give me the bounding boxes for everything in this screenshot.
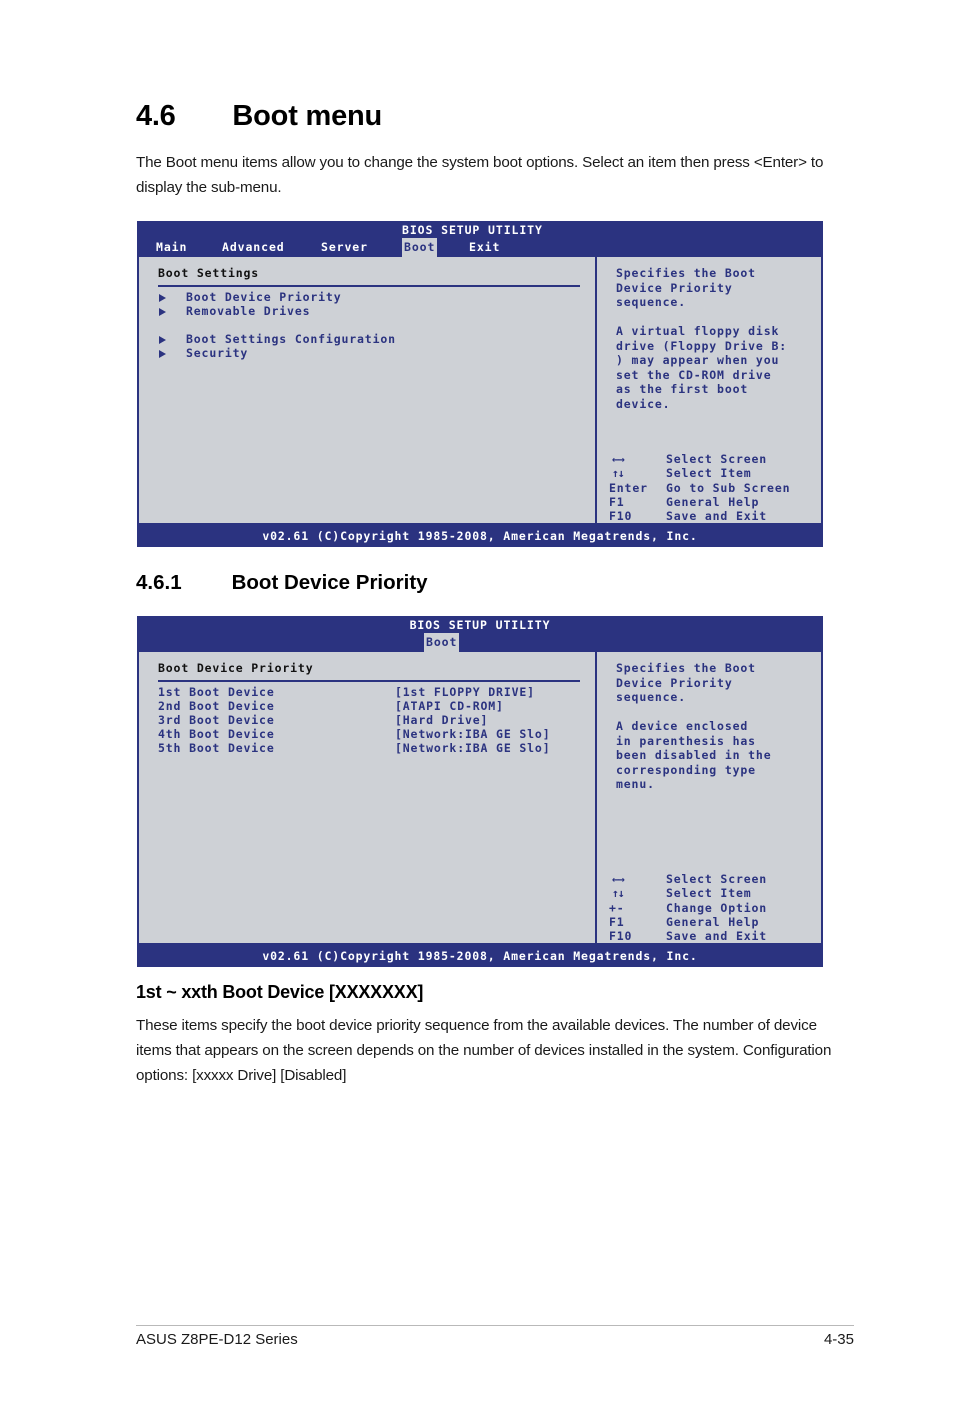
manual-page: 4.6 Boot menu The Boot menu items allow …: [0, 0, 954, 1418]
boot-device-row-5[interactable]: 5th Boot Device [Network:IBA GE Slo]: [158, 741, 583, 755]
key-name: F10: [609, 929, 633, 944]
item-heading: 1st ~ xxth Boot Device [XXXXXXX]: [136, 982, 424, 1002]
tab-advanced[interactable]: Advanced: [220, 238, 287, 257]
key-name: Enter: [609, 480, 648, 495]
key-name: F1: [609, 914, 625, 929]
bios-screenshot-boot-device-priority: BIOS SETUP UTILITY Boot Boot Device Prio…: [137, 616, 823, 967]
key-desc: Select Item: [666, 886, 752, 901]
boot-device-value: [Network:IBA GE Slo]: [395, 727, 551, 741]
bios1-settings-pane: Boot Settings Boot Device Priority Remov…: [139, 257, 597, 523]
boot-device-value: [ATAPI CD-ROM]: [395, 699, 504, 713]
boot-device-value: [1st FLOPPY DRIVE]: [395, 685, 535, 699]
bios2-tab-bar: Boot: [137, 633, 823, 652]
bios1-title: BIOS SETUP UTILITY: [402, 223, 543, 237]
bios2-titlebar: BIOS SETUP UTILITY Boot: [137, 616, 823, 652]
boot-device-row-3[interactable]: 3rd Boot Device [Hard Drive]: [158, 713, 583, 727]
key-name: ↑↓: [612, 886, 625, 901]
key-desc: General Help: [666, 494, 760, 509]
key-desc: Select Item: [666, 466, 752, 481]
section-heading: 4.6 Boot menu: [136, 100, 836, 133]
boot-device-label: 2nd Boot Device: [158, 699, 275, 713]
boot-device-label: 1st Boot Device: [158, 685, 275, 699]
footer-product-name: ASUS Z8PE-D12 Series: [136, 1331, 298, 1348]
key-desc: Select Screen: [666, 452, 768, 466]
subsection-number: 4.6.1: [136, 571, 182, 594]
boot-device-label: 4th Boot Device: [158, 727, 275, 741]
tab-boot[interactable]: Boot: [402, 238, 438, 257]
menu-item-label: Security: [186, 346, 249, 360]
key-name: +-: [609, 900, 625, 915]
triangle-right-icon: [159, 294, 166, 302]
bios1-pane-divider: [158, 285, 580, 287]
menu-item-boot-device-priority[interactable]: Boot Device Priority: [159, 290, 341, 304]
bios1-pane-heading: Boot Settings: [158, 266, 260, 280]
bios-screenshot-boot-menu: BIOS SETUP UTILITY Main Advanced Server …: [137, 221, 823, 547]
bios2-pane-divider: [158, 680, 580, 682]
boot-device-label: 3rd Boot Device: [158, 713, 275, 727]
key-desc: Go to Sub Screen: [666, 480, 791, 495]
subsection-title: Boot Device Priority: [231, 571, 428, 594]
menu-item-label: Boot Device Priority: [186, 290, 342, 304]
footer-divider: [136, 1325, 854, 1326]
triangle-right-icon: [159, 336, 166, 344]
key-name: ←→: [612, 452, 625, 466]
bios2-help-pane: Specifies the Boot Device Priority seque…: [597, 652, 821, 957]
subsection-heading: 4.6.1 Boot Device Priority: [136, 571, 428, 595]
menu-item-security[interactable]: Security: [159, 346, 248, 360]
bios2-pane-heading: Boot Device Priority: [158, 661, 314, 675]
key-desc: Change Option: [666, 900, 768, 915]
boot-device-value: [Hard Drive]: [395, 713, 489, 727]
tab-exit[interactable]: Exit: [467, 238, 502, 257]
bios2-help-text: Specifies the Boot Device Priority seque…: [616, 661, 772, 791]
bios1-tab-bar: Main Advanced Server Boot Exit: [137, 238, 823, 257]
key-name: F1: [609, 494, 625, 509]
key-desc: Select Screen: [666, 872, 768, 886]
item-description-paragraph: These items specify the boot device prio…: [136, 1017, 832, 1084]
key-name: ←→: [612, 872, 625, 886]
section-title: Boot menu: [232, 100, 383, 132]
bios2-title: BIOS SETUP UTILITY: [409, 618, 551, 632]
key-desc: Save and Exit: [666, 929, 768, 944]
boot-device-row-4[interactable]: 4th Boot Device [Network:IBA GE Slo]: [158, 727, 583, 741]
key-desc: General Help: [666, 914, 760, 929]
section-intro-paragraph: The Boot menu items allow you to change …: [136, 154, 824, 196]
tab-main[interactable]: Main: [154, 238, 189, 257]
bios1-footer: v02.61 (C)Copyright 1985-2008, American …: [137, 525, 823, 547]
bios1-titlebar: BIOS SETUP UTILITY Main Advanced Server …: [137, 221, 823, 257]
boot-device-row-2[interactable]: 2nd Boot Device [ATAPI CD-ROM]: [158, 699, 583, 713]
boot-device-label: 5th Boot Device: [158, 741, 275, 755]
triangle-right-icon: [159, 308, 166, 316]
bios2-footer: v02.61 (C)Copyright 1985-2008, American …: [137, 945, 823, 967]
bios1-help-text: Specifies the Boot Device Priority seque…: [616, 266, 788, 411]
triangle-right-icon: [159, 350, 166, 358]
key-name: F10: [609, 509, 633, 524]
section-number: 4.6: [136, 100, 176, 132]
tab-server[interactable]: Server: [319, 238, 370, 257]
menu-item-label: Removable Drives: [186, 304, 311, 318]
tab-boot[interactable]: Boot: [424, 633, 460, 652]
key-desc: Save and Exit: [666, 509, 768, 524]
bios2-settings-pane: Boot Device Priority 1st Boot Device [1s…: [139, 652, 597, 943]
key-name: ↑↓: [612, 466, 625, 481]
footer-page-number: 4-35: [823, 1331, 854, 1348]
boot-device-value: [Network:IBA GE Slo]: [395, 741, 551, 755]
menu-item-label: Boot Settings Configuration: [186, 332, 396, 346]
boot-device-row-1[interactable]: 1st Boot Device [1st FLOPPY DRIVE]: [158, 685, 583, 699]
bios1-help-pane: Specifies the Boot Device Priority seque…: [597, 257, 821, 537]
menu-item-boot-settings-configuration[interactable]: Boot Settings Configuration: [159, 332, 396, 346]
bios1-body: Boot Settings Boot Device Priority Remov…: [137, 257, 823, 537]
menu-item-removable-drives[interactable]: Removable Drives: [159, 304, 310, 318]
bios2-body: Boot Device Priority 1st Boot Device [1s…: [137, 652, 823, 957]
